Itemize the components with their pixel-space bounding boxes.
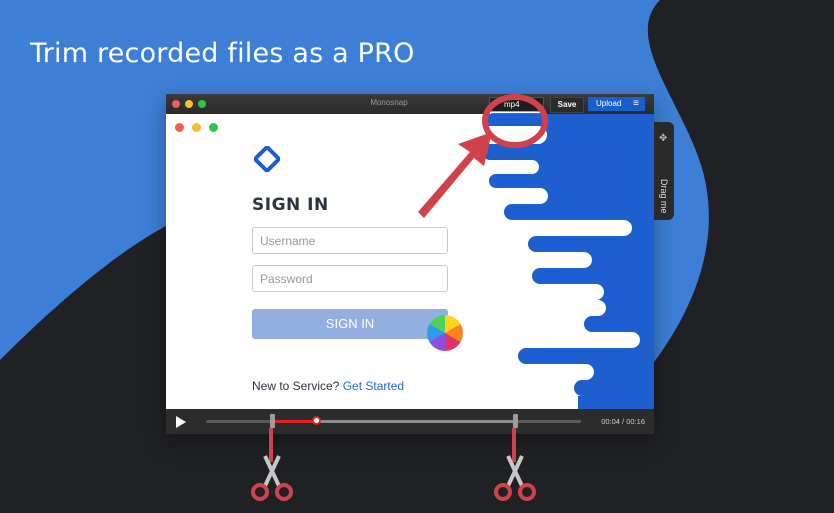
signin-button[interactable]: SIGN IN <box>252 309 448 339</box>
format-value: mp4 <box>504 100 520 109</box>
window-title: Monosnap <box>370 98 408 107</box>
drag-tab[interactable]: ✥ Drag me <box>654 122 674 220</box>
signin-title: SIGN IN <box>252 195 329 215</box>
time-readout: 00:04 / 00:16 <box>601 417 645 426</box>
blue-wave-graphic <box>482 114 654 409</box>
username-field[interactable]: Username <box>252 227 448 254</box>
content-close-dot <box>175 123 184 132</box>
save-button[interactable]: Save <box>550 97 584 113</box>
player-bar: 00:04 / 00:16 <box>166 409 654 434</box>
upload-label: Upload <box>596 99 622 108</box>
scissors-icon <box>494 455 536 501</box>
app-window: Monosnap ✓ mp4 Save Upload ≡ gif ^ SIGN … <box>166 94 654 434</box>
password-field[interactable]: Password <box>252 265 448 292</box>
content-zoom-dot <box>209 123 218 132</box>
trim-start-handle[interactable] <box>270 414 275 428</box>
playhead-knob[interactable] <box>312 416 321 425</box>
headline: Trim recorded files as a PRO <box>30 38 415 69</box>
recorded-content: SIGN IN Username Password SIGN IN New to… <box>166 114 654 409</box>
played-progress <box>273 420 317 423</box>
get-started-link[interactable]: Get Started <box>343 379 404 393</box>
title-bar: Monosnap ✓ mp4 Save Upload ≡ <box>166 94 654 114</box>
loading-beachball-icon <box>427 315 463 351</box>
menu-icon[interactable]: ≡ <box>633 97 639 111</box>
move-icon: ✥ <box>659 133 668 144</box>
scissors-icon <box>251 455 293 501</box>
new-to-service-text: New to Service? Get Started <box>252 379 404 393</box>
content-minimize-dot <box>192 123 201 132</box>
play-icon[interactable] <box>176 416 186 428</box>
diamond-logo-icon <box>254 146 280 172</box>
new-prompt: New to Service? <box>252 379 343 393</box>
upload-button[interactable]: Upload ≡ <box>588 97 645 111</box>
trim-end-handle[interactable] <box>513 414 518 428</box>
drag-label: Drag me <box>659 179 669 214</box>
check-icon: ✓ <box>494 99 501 108</box>
